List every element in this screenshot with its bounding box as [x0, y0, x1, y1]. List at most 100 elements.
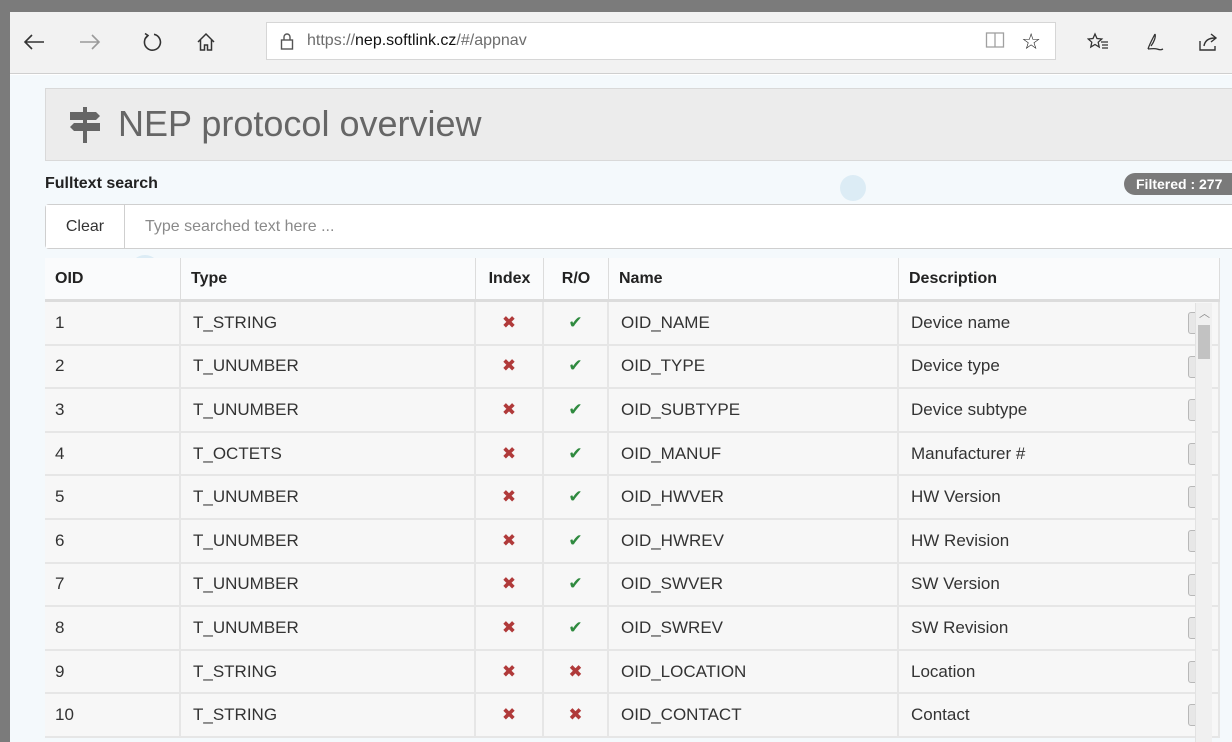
cell-ro: ✔ — [544, 519, 609, 564]
column-header-type[interactable]: Type — [181, 258, 476, 302]
column-header-ro[interactable]: R/O — [544, 258, 609, 302]
cell-type: T_STRING — [181, 694, 476, 738]
table-row[interactable]: 9T_STRING ✖ ✖ OID_LOCATIONLocationi — [45, 650, 1220, 695]
cell-description: SW Versioni — [899, 563, 1220, 608]
cell-name: OID_NAME — [609, 302, 899, 346]
cell-description: SW Revisioni — [899, 607, 1220, 651]
description-text: Location — [911, 661, 976, 681]
search-input[interactable] — [125, 205, 1232, 248]
table-row[interactable]: 3T_UNUMBER ✖ ✔ OID_SUBTYPEDevice subtypei — [45, 389, 1220, 433]
table-row[interactable]: 6T_UNUMBER ✖ ✔ OID_HWREVHW Revisioni — [45, 519, 1220, 564]
background-decoration — [840, 175, 866, 201]
refresh-icon[interactable] — [134, 22, 170, 62]
description-text: HW Version — [911, 487, 1001, 507]
cell-oid: 1 — [45, 302, 181, 346]
column-header-description[interactable]: Description — [899, 258, 1220, 302]
cell-type: T_STRING — [181, 650, 476, 695]
cell-oid: 9 — [45, 650, 181, 695]
cell-name: OID_TYPE — [609, 345, 899, 390]
favorites-list-icon[interactable] — [1080, 22, 1116, 62]
cell-oid: 6 — [45, 519, 181, 564]
cross-icon: ✖ — [501, 487, 517, 507]
description-text: HW Revision — [911, 530, 1010, 550]
cell-type: T_UNUMBER — [181, 389, 476, 433]
column-header-oid[interactable]: OID — [45, 258, 181, 302]
cell-index: ✖ — [476, 389, 544, 433]
scrollbar-thumb[interactable] — [1198, 325, 1210, 359]
cell-type: T_UNUMBER — [181, 563, 476, 608]
cell-ro: ✔ — [544, 389, 609, 433]
table-row[interactable]: 4T_OCTETS ✖ ✔ OID_MANUFManufacturer #i — [45, 432, 1220, 477]
cross-icon: ✖ — [501, 399, 517, 419]
cell-index: ✖ — [476, 694, 544, 738]
table-row[interactable]: 10T_STRING ✖ ✖ OID_CONTACTContacti — [45, 694, 1220, 738]
cell-name: OID_SWVER — [609, 563, 899, 608]
column-header-index[interactable]: Index — [476, 258, 544, 302]
cell-ro: ✔ — [544, 345, 609, 390]
cell-ro: ✖ — [544, 694, 609, 738]
share-icon[interactable] — [1190, 22, 1226, 62]
column-header-name[interactable]: Name — [609, 258, 899, 302]
check-icon: ✔ — [568, 312, 583, 332]
cross-icon: ✖ — [501, 574, 517, 594]
home-icon[interactable] — [188, 22, 224, 62]
cell-ro: ✔ — [544, 432, 609, 477]
description-text: SW Version — [911, 574, 1000, 594]
cell-index: ✖ — [476, 607, 544, 651]
cell-description: HW Versioni — [899, 476, 1220, 520]
cell-ro: ✔ — [544, 563, 609, 608]
cell-description: Contacti — [899, 694, 1220, 738]
table-row[interactable]: 8T_UNUMBER ✖ ✔ OID_SWREVSW Revisioni — [45, 607, 1220, 651]
cell-ro: ✔ — [544, 607, 609, 651]
cell-index: ✖ — [476, 345, 544, 390]
description-text: Device name — [911, 312, 1011, 332]
cell-oid: 7 — [45, 563, 181, 608]
cell-type: T_UNUMBER — [181, 519, 476, 564]
cell-name: OID_SWREV — [609, 607, 899, 651]
cell-description: Locationi — [899, 650, 1220, 695]
cell-type: T_UNUMBER — [181, 345, 476, 390]
lock-icon — [267, 32, 307, 50]
chevron-up-icon[interactable]: ︿ — [1199, 305, 1210, 321]
search-group: Clear — [45, 204, 1232, 249]
cell-name: OID_HWVER — [609, 476, 899, 520]
clear-button[interactable]: Clear — [46, 205, 125, 248]
cross-icon: ✖ — [501, 312, 517, 332]
description-text: Contact — [911, 705, 970, 725]
oid-table: OID Type Index R/O Name Description 1 T_S… — [45, 258, 1220, 742]
page-title: NEP protocol overview — [118, 103, 482, 144]
window-frame-left — [0, 0, 10, 742]
table-row[interactable]: 7T_UNUMBER ✖ ✔ OID_SWVERSW Versioni — [45, 563, 1220, 608]
cell-index: ✖ — [476, 519, 544, 564]
table-row[interactable]: 2T_UNUMBER ✖ ✔ OID_TYPEDevice typei — [45, 345, 1220, 390]
cell-oid: 8 — [45, 607, 181, 651]
address-bar[interactable]: https://nep.softlink.cz/#/appnav ☆ — [266, 22, 1056, 60]
arrow-left-icon[interactable] — [16, 22, 52, 62]
description-text: Manufacturer # — [911, 443, 1026, 463]
check-icon: ✔ — [568, 356, 583, 376]
check-icon: ✔ — [568, 617, 583, 637]
cell-oid: 2 — [45, 345, 181, 390]
url-text[interactable]: https://nep.softlink.cz/#/appnav — [307, 32, 527, 50]
table-scrollbar[interactable]: ︿ — [1195, 303, 1212, 742]
cell-oid: 10 — [45, 694, 181, 738]
cross-icon: ✖ — [501, 617, 517, 637]
arrow-right-icon[interactable] — [72, 22, 108, 62]
page-header: NEP protocol overview — [45, 88, 1232, 161]
cell-type: T_UNUMBER — [181, 607, 476, 651]
table-row[interactable]: 5T_UNUMBER ✖ ✔ OID_HWVERHW Versioni — [45, 476, 1220, 520]
pen-icon[interactable] — [1136, 22, 1172, 62]
cross-icon: ✖ — [501, 705, 517, 725]
check-icon: ✔ — [568, 399, 583, 419]
description-text: Device subtype — [911, 399, 1028, 419]
description-text: SW Revision — [911, 617, 1009, 637]
reading-view-icon[interactable] — [985, 31, 1005, 54]
cell-oid: 5 — [45, 476, 181, 520]
table-row[interactable]: 1T_STRING ✖ ✔ OID_NAMEDevice namei — [45, 302, 1220, 346]
cell-ro: ✔ — [544, 302, 609, 346]
cell-index: ✖ — [476, 302, 544, 346]
cross-icon: ✖ — [568, 705, 583, 725]
browser-toolbar: https://nep.softlink.cz/#/appnav ☆ — [10, 12, 1232, 74]
cell-ro: ✖ — [544, 650, 609, 695]
star-icon[interactable]: ☆ — [1021, 29, 1041, 55]
